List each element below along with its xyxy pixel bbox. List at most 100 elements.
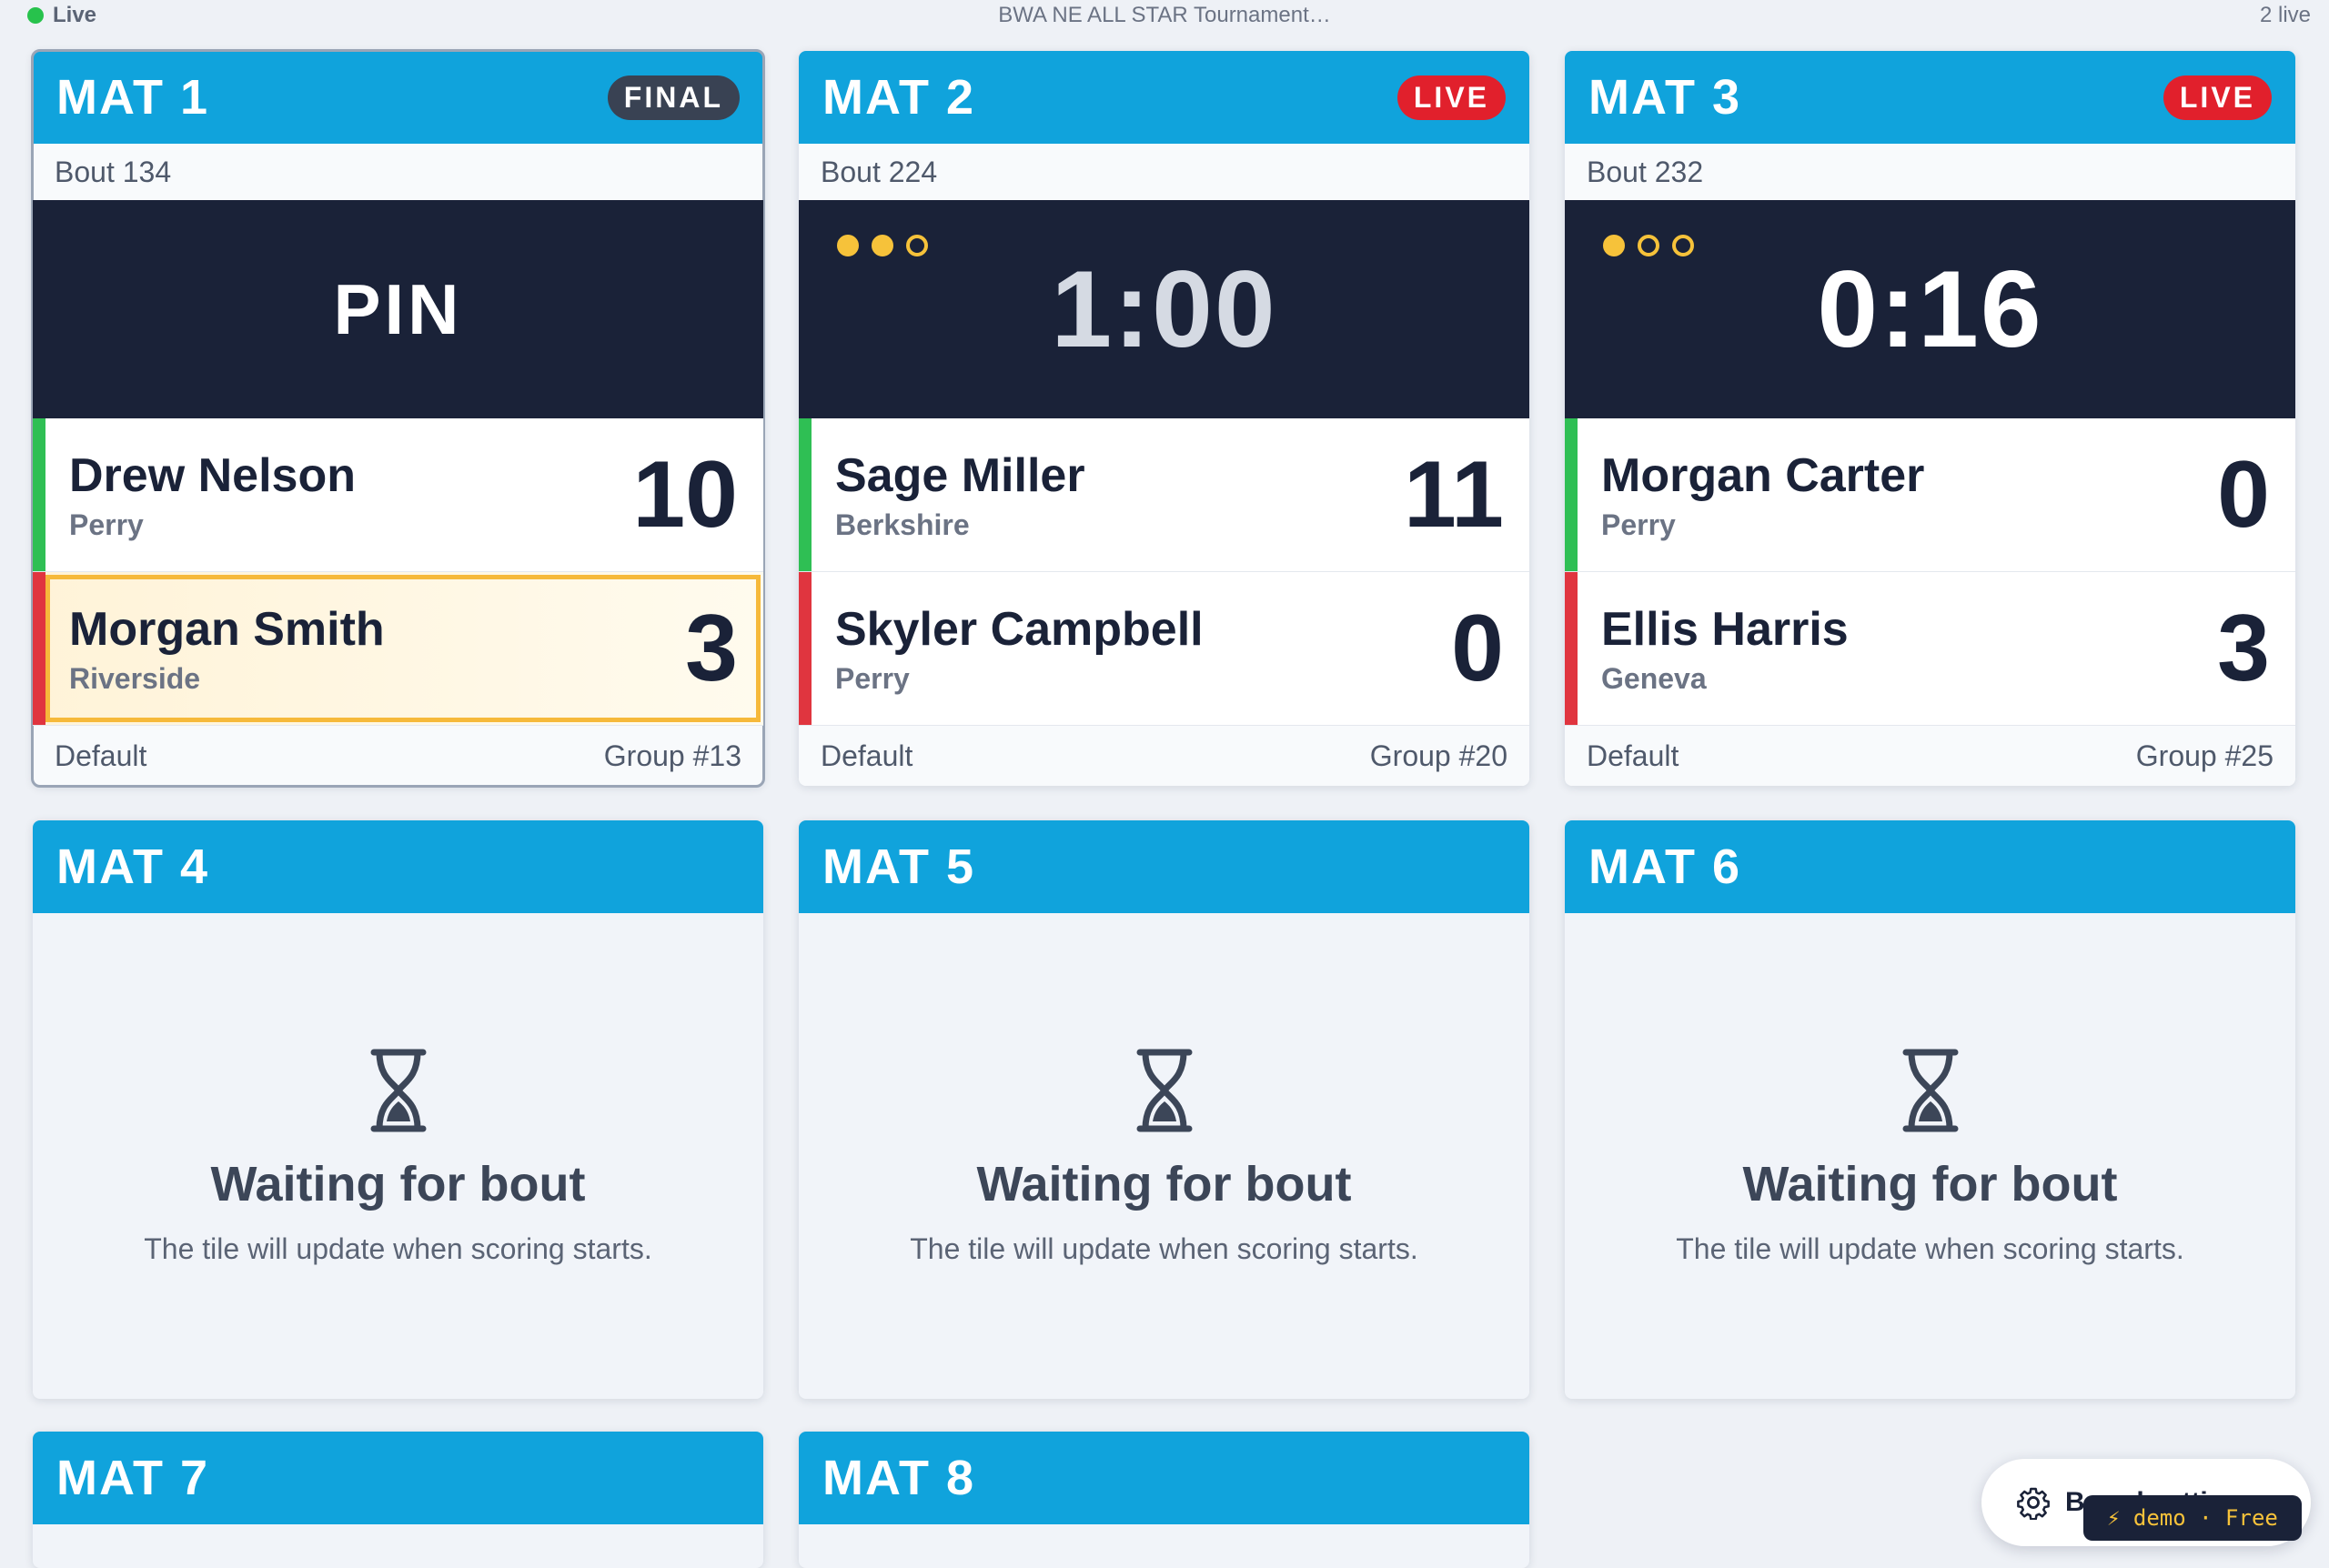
green-corner-bar — [799, 418, 812, 571]
mat-header: MAT 5 — [799, 820, 1529, 913]
waiting-subtitle: The tile will update when scoring starts… — [144, 1231, 652, 1265]
period-dot-icon — [906, 235, 928, 256]
wrestler-team: Geneva — [1601, 661, 1707, 695]
wrestler-score: 3 — [685, 595, 738, 701]
mat-footer: Default Group #13 — [33, 726, 763, 786]
green-corner-bar — [33, 418, 45, 571]
waiting-subtitle: The tile will update when scoring starts… — [1676, 1231, 2184, 1265]
mat-label: MAT 5 — [822, 839, 975, 894]
wrestler-name: Skyler Campbell — [835, 602, 1204, 656]
mat-header: MAT 4 — [33, 820, 763, 913]
green-corner-bar — [1565, 418, 1578, 571]
live-indicator: Live — [27, 3, 96, 28]
mat-footer: Default Group #25 — [1565, 726, 2295, 786]
wrestler-team: Perry — [69, 508, 144, 541]
red-corner-bar — [799, 572, 812, 725]
mat-footer: Default Group #20 — [799, 726, 1529, 786]
live-count: 2 live — [2259, 3, 2311, 27]
tournament-title: BWA NE ALL STAR Tournament… — [998, 3, 1331, 27]
mat-label: MAT 8 — [822, 1451, 975, 1505]
hourglass-icon — [370, 1049, 426, 1131]
waiting-title: Waiting for bout — [976, 1156, 1352, 1211]
wrestler-name: Sage Miller — [835, 448, 1085, 502]
wrestler-score: 0 — [1451, 595, 1504, 701]
live-label: Live — [53, 3, 97, 27]
wrestler-score: 0 — [2217, 441, 2270, 548]
status-badge: LIVE — [1396, 75, 1506, 120]
wrestler-team: Riverside — [69, 661, 201, 695]
wrestler-top: Drew Nelson Perry 10 — [33, 418, 763, 572]
scoreboard-clock: 0:16 — [1565, 200, 2295, 418]
wrestler-bottom: Ellis Harris Geneva 3 — [1565, 572, 2295, 726]
mat-label: MAT 2 — [822, 70, 975, 125]
weight-class: Default — [55, 739, 147, 772]
wrestler-top: Morgan Carter Perry 0 — [1565, 418, 2295, 572]
wrestler-top: Sage Miller Berkshire 11 — [799, 418, 1529, 572]
demo-plan-label: ⚡ demo · Free — [2107, 1505, 2278, 1531]
scoreboard-clock: PIN — [33, 200, 763, 418]
mat-tile-3[interactable]: MAT 3 LIVE Bout 232 0:16 Morgan Carter P… — [1565, 51, 2295, 786]
status-badge: LIVE — [2163, 75, 2272, 120]
bout-number: Bout 134 — [33, 144, 763, 200]
waiting-state: Waiting for bout The tile will update wh… — [799, 913, 1529, 1399]
group-number: Group #25 — [2135, 739, 2274, 772]
wrestler-bottom: Morgan Smith Riverside 3 — [33, 572, 763, 726]
wrestler-name: Ellis Harris — [1601, 602, 1849, 656]
mat-tile-2[interactable]: MAT 2 LIVE Bout 224 1:00 Sage Miller Ber… — [799, 51, 1529, 786]
period-dot-icon — [1603, 235, 1625, 256]
clock-time: 0:16 — [1817, 248, 2043, 370]
wrestler-name: Morgan Smith — [69, 602, 385, 656]
period-dot-icon — [1672, 235, 1694, 256]
mat-tile-1[interactable]: MAT 1 FINAL Bout 134 PIN Drew Nelson Per… — [31, 49, 765, 788]
group-number: Group #13 — [603, 739, 741, 772]
demo-plan-badge: ⚡ demo · Free — [2083, 1495, 2302, 1541]
wrestler-bottom: Skyler Campbell Perry 0 — [799, 572, 1529, 726]
period-indicator — [1603, 235, 1694, 256]
wrestler-team: Perry — [1601, 508, 1676, 541]
weight-class: Default — [1587, 739, 1679, 772]
waiting-state: Waiting for bout The tile will update wh… — [1565, 913, 2295, 1399]
waiting-title: Waiting for bout — [210, 1156, 586, 1211]
hourglass-icon — [1136, 1049, 1192, 1131]
mat-tile-8[interactable]: MAT 8 — [799, 1432, 1529, 1568]
wrestler-score: 3 — [2217, 595, 2270, 701]
mat-header: MAT 3 LIVE — [1565, 51, 2295, 144]
mat-header: MAT 2 LIVE — [799, 51, 1529, 144]
top-bar: Live BWA NE ALL STAR Tournament… 2 live — [0, 0, 2329, 31]
mat-header: MAT 6 — [1565, 820, 2295, 913]
scoreboard-clock: 1:00 — [799, 200, 1529, 418]
mat-tile-6[interactable]: MAT 6 Waiting for bout The tile will upd… — [1565, 820, 2295, 1399]
mat-label: MAT 6 — [1588, 839, 1741, 894]
wrestler-team: Perry — [835, 661, 910, 695]
waiting-title: Waiting for bout — [1742, 1156, 2118, 1211]
bout-number: Bout 232 — [1565, 144, 2295, 200]
group-number: Group #20 — [1369, 739, 1507, 772]
waiting-subtitle: The tile will update when scoring starts… — [910, 1231, 1418, 1265]
period-dot-icon — [872, 235, 893, 256]
wrestler-score: 11 — [1404, 441, 1504, 548]
status-badge: FINAL — [607, 75, 740, 120]
period-indicator — [837, 235, 928, 256]
wrestler-score: 10 — [632, 441, 738, 548]
mat-label: MAT 3 — [1588, 70, 1741, 125]
mat-tile-7[interactable]: MAT 7 — [33, 1432, 763, 1568]
bout-number: Bout 224 — [799, 144, 1529, 200]
period-dot-icon — [1638, 235, 1659, 256]
wrestler-name: Morgan Carter — [1601, 448, 1925, 502]
wrestler-name: Drew Nelson — [69, 448, 356, 502]
live-dot-icon — [27, 7, 44, 24]
mat-tile-4[interactable]: MAT 4 Waiting for bout The tile will upd… — [33, 820, 763, 1399]
red-corner-bar — [33, 572, 45, 725]
period-dot-icon — [837, 235, 859, 256]
red-corner-bar — [1565, 572, 1578, 725]
mat-header: MAT 7 — [33, 1432, 763, 1524]
mat-label: MAT 1 — [56, 70, 209, 125]
mat-header: MAT 1 FINAL — [33, 51, 763, 144]
hourglass-icon — [1902, 1049, 1958, 1131]
gear-icon — [2017, 1487, 2050, 1520]
mat-header: MAT 8 — [799, 1432, 1529, 1524]
clock-time: 1:00 — [1051, 248, 1277, 370]
mat-label: MAT 4 — [56, 839, 209, 894]
mat-tile-5[interactable]: MAT 5 Waiting for bout The tile will upd… — [799, 820, 1529, 1399]
wrestler-team: Berkshire — [835, 508, 970, 541]
